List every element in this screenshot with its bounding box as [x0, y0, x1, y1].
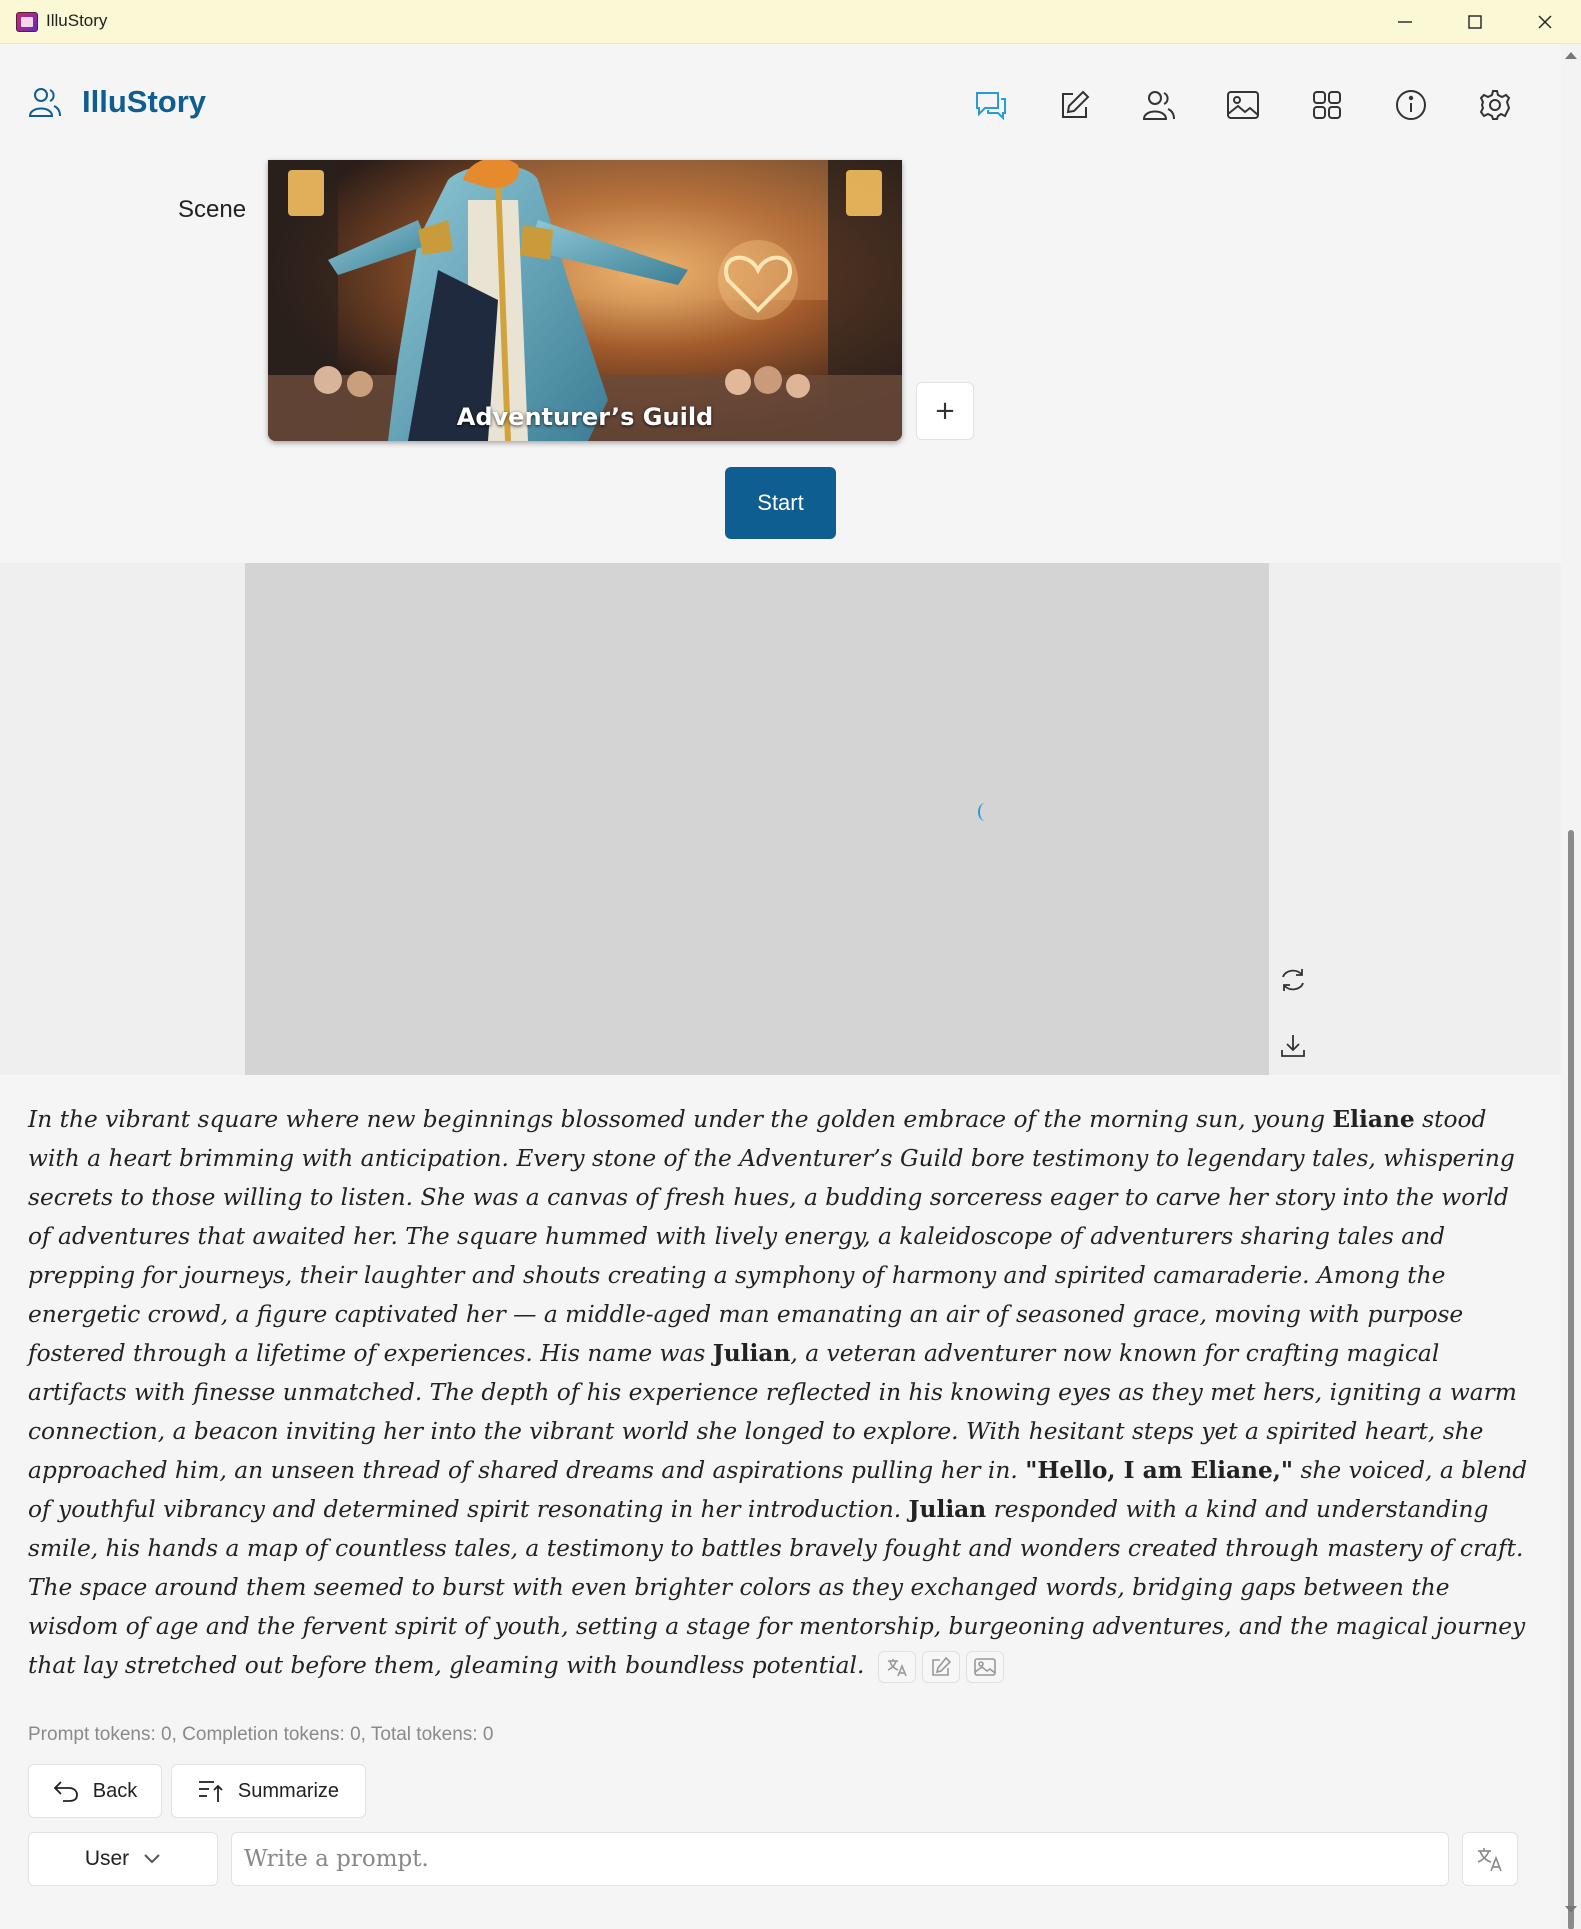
- loading-spinner-icon: [978, 803, 992, 821]
- chevron-down-icon: [144, 1854, 160, 1864]
- summarize-icon: [198, 1781, 223, 1802]
- character-name: Eliane: [1332, 1106, 1415, 1133]
- info-icon: [1396, 90, 1426, 120]
- nav-images-button[interactable]: [1218, 80, 1268, 130]
- scrollbar[interactable]: [1561, 44, 1581, 1929]
- scroll-up-icon[interactable]: [1565, 52, 1577, 59]
- window-title: IlluStory: [46, 11, 108, 30]
- chat-icon: [976, 92, 1006, 121]
- image-icon: [1227, 91, 1259, 119]
- users-logo-icon: [28, 88, 61, 117]
- scrollbar-thumb[interactable]: [1568, 830, 1574, 1929]
- story-segment: stood with a heart brimming with anticip…: [28, 1106, 1515, 1367]
- illustration-panel: [0, 563, 1561, 1075]
- token-usage: Prompt tokens: 0, Completion tokens: 0, …: [28, 1724, 494, 1745]
- role-select[interactable]: User: [28, 1832, 218, 1886]
- maximize-button[interactable]: [1440, 0, 1510, 44]
- prompt-input[interactable]: [231, 1832, 1449, 1886]
- scene-image: [268, 160, 902, 441]
- regenerate-image-button[interactable]: [1276, 963, 1310, 997]
- start-button[interactable]: Start: [725, 467, 836, 539]
- nav-apps-button[interactable]: [1302, 80, 1352, 130]
- dialogue: "Hello, I am Eliane,": [1025, 1457, 1294, 1484]
- nav-characters-button[interactable]: [1134, 80, 1184, 130]
- grid-icon: [1313, 91, 1341, 119]
- story-segment: responded with a kind and understanding …: [28, 1496, 1526, 1679]
- illustration-placeholder: [245, 563, 1269, 1075]
- title-bar: IlluStory: [0, 0, 1581, 44]
- minimize-button[interactable]: [1370, 0, 1440, 44]
- refresh-icon: [1282, 969, 1304, 991]
- scene-label: Scene: [178, 196, 247, 223]
- translate-icon: [887, 1658, 907, 1676]
- character-name: Julian: [908, 1496, 987, 1523]
- close-button[interactable]: [1510, 0, 1580, 44]
- translate-icon: [1477, 1848, 1502, 1872]
- back-button[interactable]: Back: [28, 1764, 162, 1818]
- nav-edit-button[interactable]: [1050, 80, 1100, 130]
- translate-message-button[interactable]: [877, 1650, 916, 1683]
- add-scene-button[interactable]: +: [916, 382, 974, 440]
- download-icon: [1281, 1035, 1305, 1057]
- scroll-down-icon[interactable]: [1565, 1906, 1577, 1913]
- summarize-button[interactable]: Summarize: [171, 1764, 366, 1818]
- nav-info-button[interactable]: [1386, 80, 1436, 130]
- back-label: Back: [92, 1779, 138, 1802]
- translate-prompt-button[interactable]: [1462, 1832, 1518, 1886]
- edit-icon: [931, 1656, 951, 1676]
- edit-icon: [1062, 90, 1090, 118]
- edit-message-button[interactable]: [921, 1650, 960, 1683]
- brand-name: IlluStory: [82, 84, 207, 119]
- undo-icon: [53, 1781, 78, 1802]
- nav-chat-button[interactable]: [966, 80, 1016, 130]
- role-value: User: [84, 1847, 130, 1870]
- app-icon: [16, 12, 38, 32]
- story-segment: In the vibrant square where new beginnin…: [28, 1106, 1333, 1133]
- users-icon: [1142, 91, 1175, 120]
- brand[interactable]: IlluStory: [28, 84, 206, 120]
- generate-image-button[interactable]: [965, 1650, 1004, 1683]
- nav-settings-button[interactable]: [1470, 80, 1520, 130]
- image-icon: [973, 1657, 996, 1676]
- character-name: Julian: [712, 1340, 791, 1367]
- maximize-icon: [1468, 15, 1482, 29]
- story-text: In the vibrant square where new beginnin…: [28, 1100, 1538, 1685]
- scene-title: Adventurer’s Guild: [456, 403, 714, 431]
- app-header: IlluStory: [0, 44, 1561, 160]
- summarize-label: Summarize: [237, 1779, 340, 1802]
- minimize-icon: [1398, 21, 1412, 23]
- close-icon: [1538, 15, 1552, 29]
- scene-card[interactable]: Adventurer’s Guild: [268, 160, 902, 441]
- main-nav: [966, 80, 1520, 130]
- download-image-button[interactable]: [1276, 1029, 1310, 1063]
- gear-icon: [1479, 90, 1511, 120]
